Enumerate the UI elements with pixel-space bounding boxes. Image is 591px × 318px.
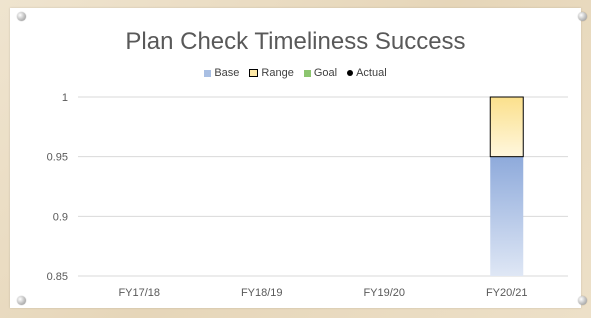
x-tick-label: FY19/20	[363, 287, 405, 299]
x-tick-label: FY20/21	[486, 287, 528, 299]
y-tick-label: 0.85	[47, 271, 68, 283]
y-tick-label: 1	[62, 92, 68, 104]
bar-range	[489, 96, 524, 158]
x-tick-label: FY18/19	[241, 287, 283, 299]
chart-plot-area: 0.85 0.9 0.95 1 FY17/18 FY18/19 FY19/20 FY20/21	[47, 92, 568, 299]
y-tick-label: 0.95	[47, 152, 68, 164]
x-tick-label: FY17/18	[118, 287, 160, 299]
bar-base	[490, 156, 524, 276]
y-tick-label: 0.9	[53, 211, 68, 223]
